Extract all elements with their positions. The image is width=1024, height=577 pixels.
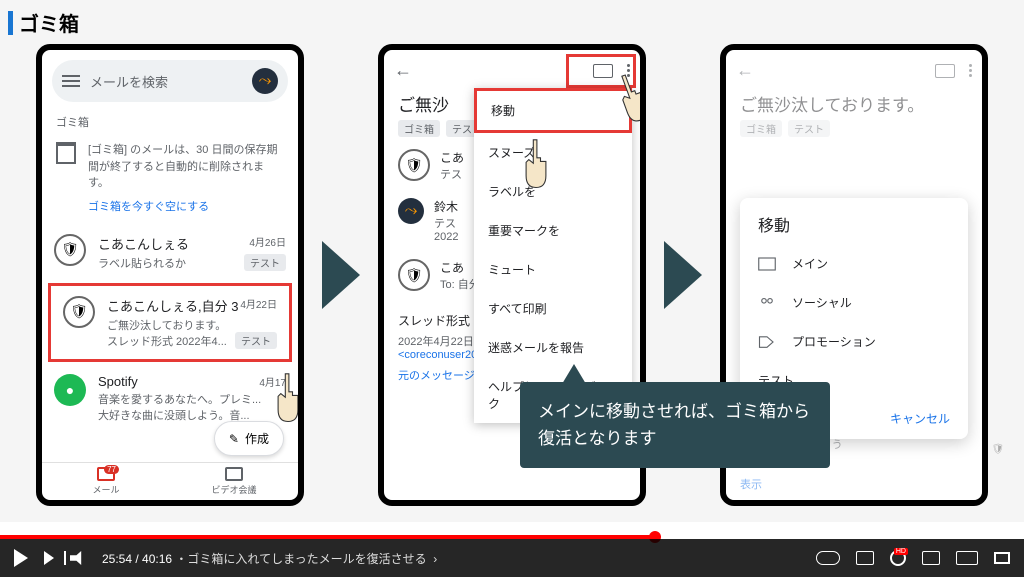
phone-trash-list: メールを検索 ⤳ ゴミ箱 [ゴミ箱] のメールは、30 日間の保存期間が終了する… (36, 44, 304, 506)
overflow-menu: 移動 スヌーズ ラベルを 重要マークを ミュート すべて印刷 迷惑メールを報告 … (474, 88, 632, 423)
next-button[interactable] (44, 551, 54, 565)
settings-button[interactable]: HD (890, 550, 906, 566)
mail-icon: 77 (97, 467, 115, 481)
brand-badge: 🛡 (980, 431, 1016, 467)
menu-snooze[interactable]: スヌーズ (474, 133, 632, 172)
player-controls: 25:54 / 40:16 ・ゴミ箱に入れてしまったメールを復活させる › HD (0, 539, 1024, 577)
pencil-icon: ✎ (229, 432, 239, 446)
inbox-icon (758, 257, 776, 271)
nav-video[interactable]: ビデオ会議 (170, 463, 298, 500)
theater-button[interactable] (956, 551, 978, 565)
move-opt-main[interactable]: メイン (744, 244, 964, 283)
people-icon (758, 296, 776, 310)
finger-pointer (274, 372, 302, 426)
mail-item[interactable]: 🛡 こあこんしぇる ラベル貼られるか 4月26日 テスト (42, 224, 298, 281)
video-icon (225, 467, 243, 481)
move-opt-social[interactable]: ソーシャル (744, 283, 964, 322)
profile-avatar[interactable]: ⤳ (252, 68, 278, 94)
sender-avatar: ● (54, 374, 86, 406)
empty-trash-link[interactable]: ゴミ箱を今すぐ空にする (88, 198, 284, 214)
arrow-icon (322, 241, 360, 309)
callout-bubble: メインに移動させれば、ゴミ箱から復活となります (520, 382, 830, 468)
menu-label[interactable]: ラベルを (474, 172, 632, 211)
menu-spam[interactable]: 迷惑メールを報告 (474, 328, 632, 367)
autoplay-toggle[interactable] (816, 551, 840, 565)
time-display: 25:54 / 40:16 ・ゴミ箱に入れてしまったメールを復活させる › (102, 550, 437, 567)
fullscreen-button[interactable] (994, 552, 1010, 564)
compose-button[interactable]: ✎ 作成 (214, 421, 284, 456)
slide-title: ゴミ箱 (8, 8, 79, 37)
back-arrow-icon[interactable]: ← (736, 60, 754, 81)
subtitles-button[interactable] (856, 551, 874, 565)
menu-important[interactable]: 重要マークを (474, 211, 632, 250)
move-opt-promo[interactable]: プロモーション (744, 322, 964, 361)
finger-pointer (522, 138, 550, 192)
play-button[interactable] (14, 549, 28, 567)
menu-mute[interactable]: ミュート (474, 250, 632, 289)
more-icon[interactable] (969, 64, 972, 77)
menu-icon (62, 75, 80, 87)
envelope-icon[interactable] (935, 64, 955, 78)
bottom-nav: 77 メール ビデオ会議 (42, 462, 298, 500)
trash-icon (56, 142, 76, 164)
mail-item-selected[interactable]: 🛡 こあこんしぇる,自分 3 ご無沙汰しております。 スレッド形式 2022年4… (48, 283, 292, 362)
trash-info: [ゴミ箱] のメールは、30 日間の保存期間が終了すると自動的に削除されます。 … (42, 132, 298, 224)
back-arrow-icon[interactable]: ← (394, 60, 412, 81)
dialog-title: 移動 (744, 212, 964, 244)
volume-icon[interactable] (70, 551, 86, 565)
nav-mail[interactable]: 77 メール (42, 463, 170, 500)
menu-print[interactable]: すべて印刷 (474, 289, 632, 328)
tag-icon (758, 335, 776, 349)
mail-title: ご無沙汰しております。 (726, 91, 982, 116)
menu-move[interactable]: 移動 (474, 88, 632, 133)
arrow-icon (664, 241, 702, 309)
search-box[interactable]: メールを検索 ⤳ (52, 60, 288, 102)
video-content: ゴミ箱 メールを検索 ⤳ ゴミ箱 [ゴミ箱] のメールは、30 日間の保存期間が… (0, 0, 1024, 522)
search-placeholder: メールを検索 (90, 72, 242, 91)
miniplayer-button[interactable] (922, 551, 940, 565)
section-label: ゴミ箱 (42, 112, 298, 132)
sender-avatar: 🛡 (54, 234, 86, 266)
sender-avatar: 🛡 (63, 296, 95, 328)
